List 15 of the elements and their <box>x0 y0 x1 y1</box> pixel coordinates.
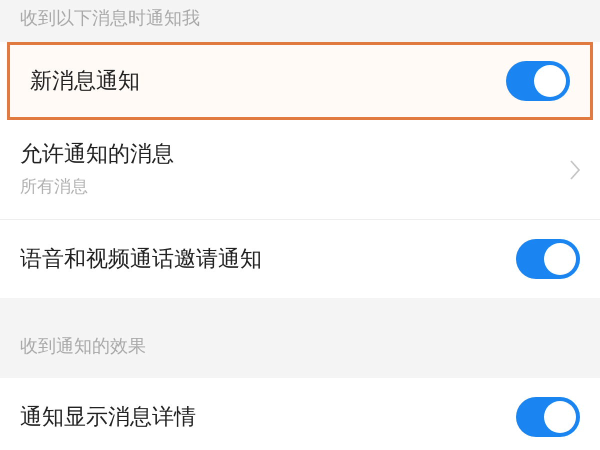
setting-row[interactable]: 通知显示消息详情 <box>0 378 600 450</box>
setting-row[interactable]: 语音和视频通话邀请通知 <box>0 220 600 298</box>
setting-label: 语音和视频通话邀请通知 <box>20 246 262 274</box>
toggle-switch[interactable] <box>516 239 580 279</box>
setting-row[interactable]: 允许通知的消息 所有消息 <box>0 120 600 220</box>
chevron-right-icon <box>570 160 580 180</box>
toggle-switch[interactable] <box>516 397 580 437</box>
toggle-switch[interactable] <box>506 61 570 101</box>
setting-label: 新消息通知 <box>30 68 140 96</box>
section-header: 收到通知的效果 <box>20 335 146 359</box>
setting-value: 所有消息 <box>20 176 89 200</box>
setting-row[interactable]: 新消息通知 <box>7 42 593 120</box>
setting-label: 允许通知的消息 <box>20 141 174 170</box>
setting-label: 通知显示消息详情 <box>20 404 196 432</box>
section-header: 收到以下消息时通知我 <box>20 7 200 31</box>
